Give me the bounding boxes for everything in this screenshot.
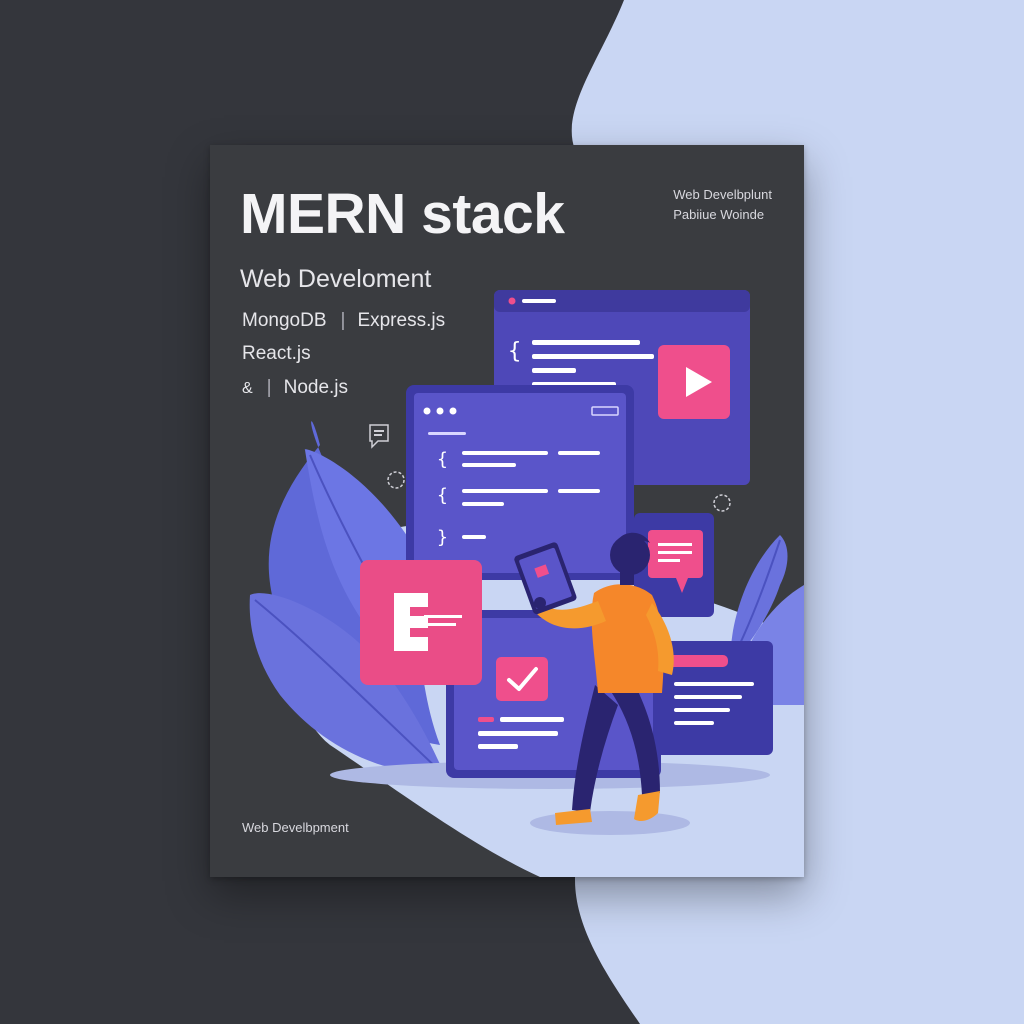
gear-icon	[387, 471, 405, 489]
tech-separator: |	[340, 310, 346, 331]
svg-text:{: {	[437, 449, 448, 470]
tech-react: React.js	[242, 343, 311, 364]
tech-line-2: React.js	[242, 343, 311, 365]
book-title: MERN stack	[240, 182, 565, 246]
book-subtitle: Web Develoment	[240, 265, 432, 293]
code-editor-window: { { }	[406, 385, 634, 580]
publisher-label: Web Develbplunt Pabiiue Woinde	[673, 185, 772, 225]
chat-bubble-icon	[369, 424, 389, 449]
code-braces-icon: {	[508, 339, 521, 364]
svg-text:}: }	[437, 527, 448, 548]
book-cover: { { { } MERN stack Web Develbplunt Pabii…	[210, 145, 804, 877]
publisher-line-1: Web Develbplunt	[673, 187, 772, 202]
footer-label: Web Develbpment	[242, 820, 349, 835]
pink-app-card	[360, 560, 482, 685]
tech-express: Express.js	[357, 310, 446, 331]
tech-line-3: & | Node.js	[242, 377, 348, 399]
tech-node: Node.js	[283, 377, 349, 398]
person-shadow	[530, 811, 690, 835]
tech-line-1: MongoDB | Express.js	[242, 310, 445, 332]
publisher-line-2: Pabiiue Woinde	[673, 207, 765, 222]
tech-ampersand: &	[242, 380, 253, 397]
cover-illustration: { { { }	[249, 290, 804, 877]
tech-separator-2: |	[266, 377, 272, 398]
tech-mongodb: MongoDB	[242, 310, 327, 331]
svg-text:{: {	[437, 485, 448, 506]
